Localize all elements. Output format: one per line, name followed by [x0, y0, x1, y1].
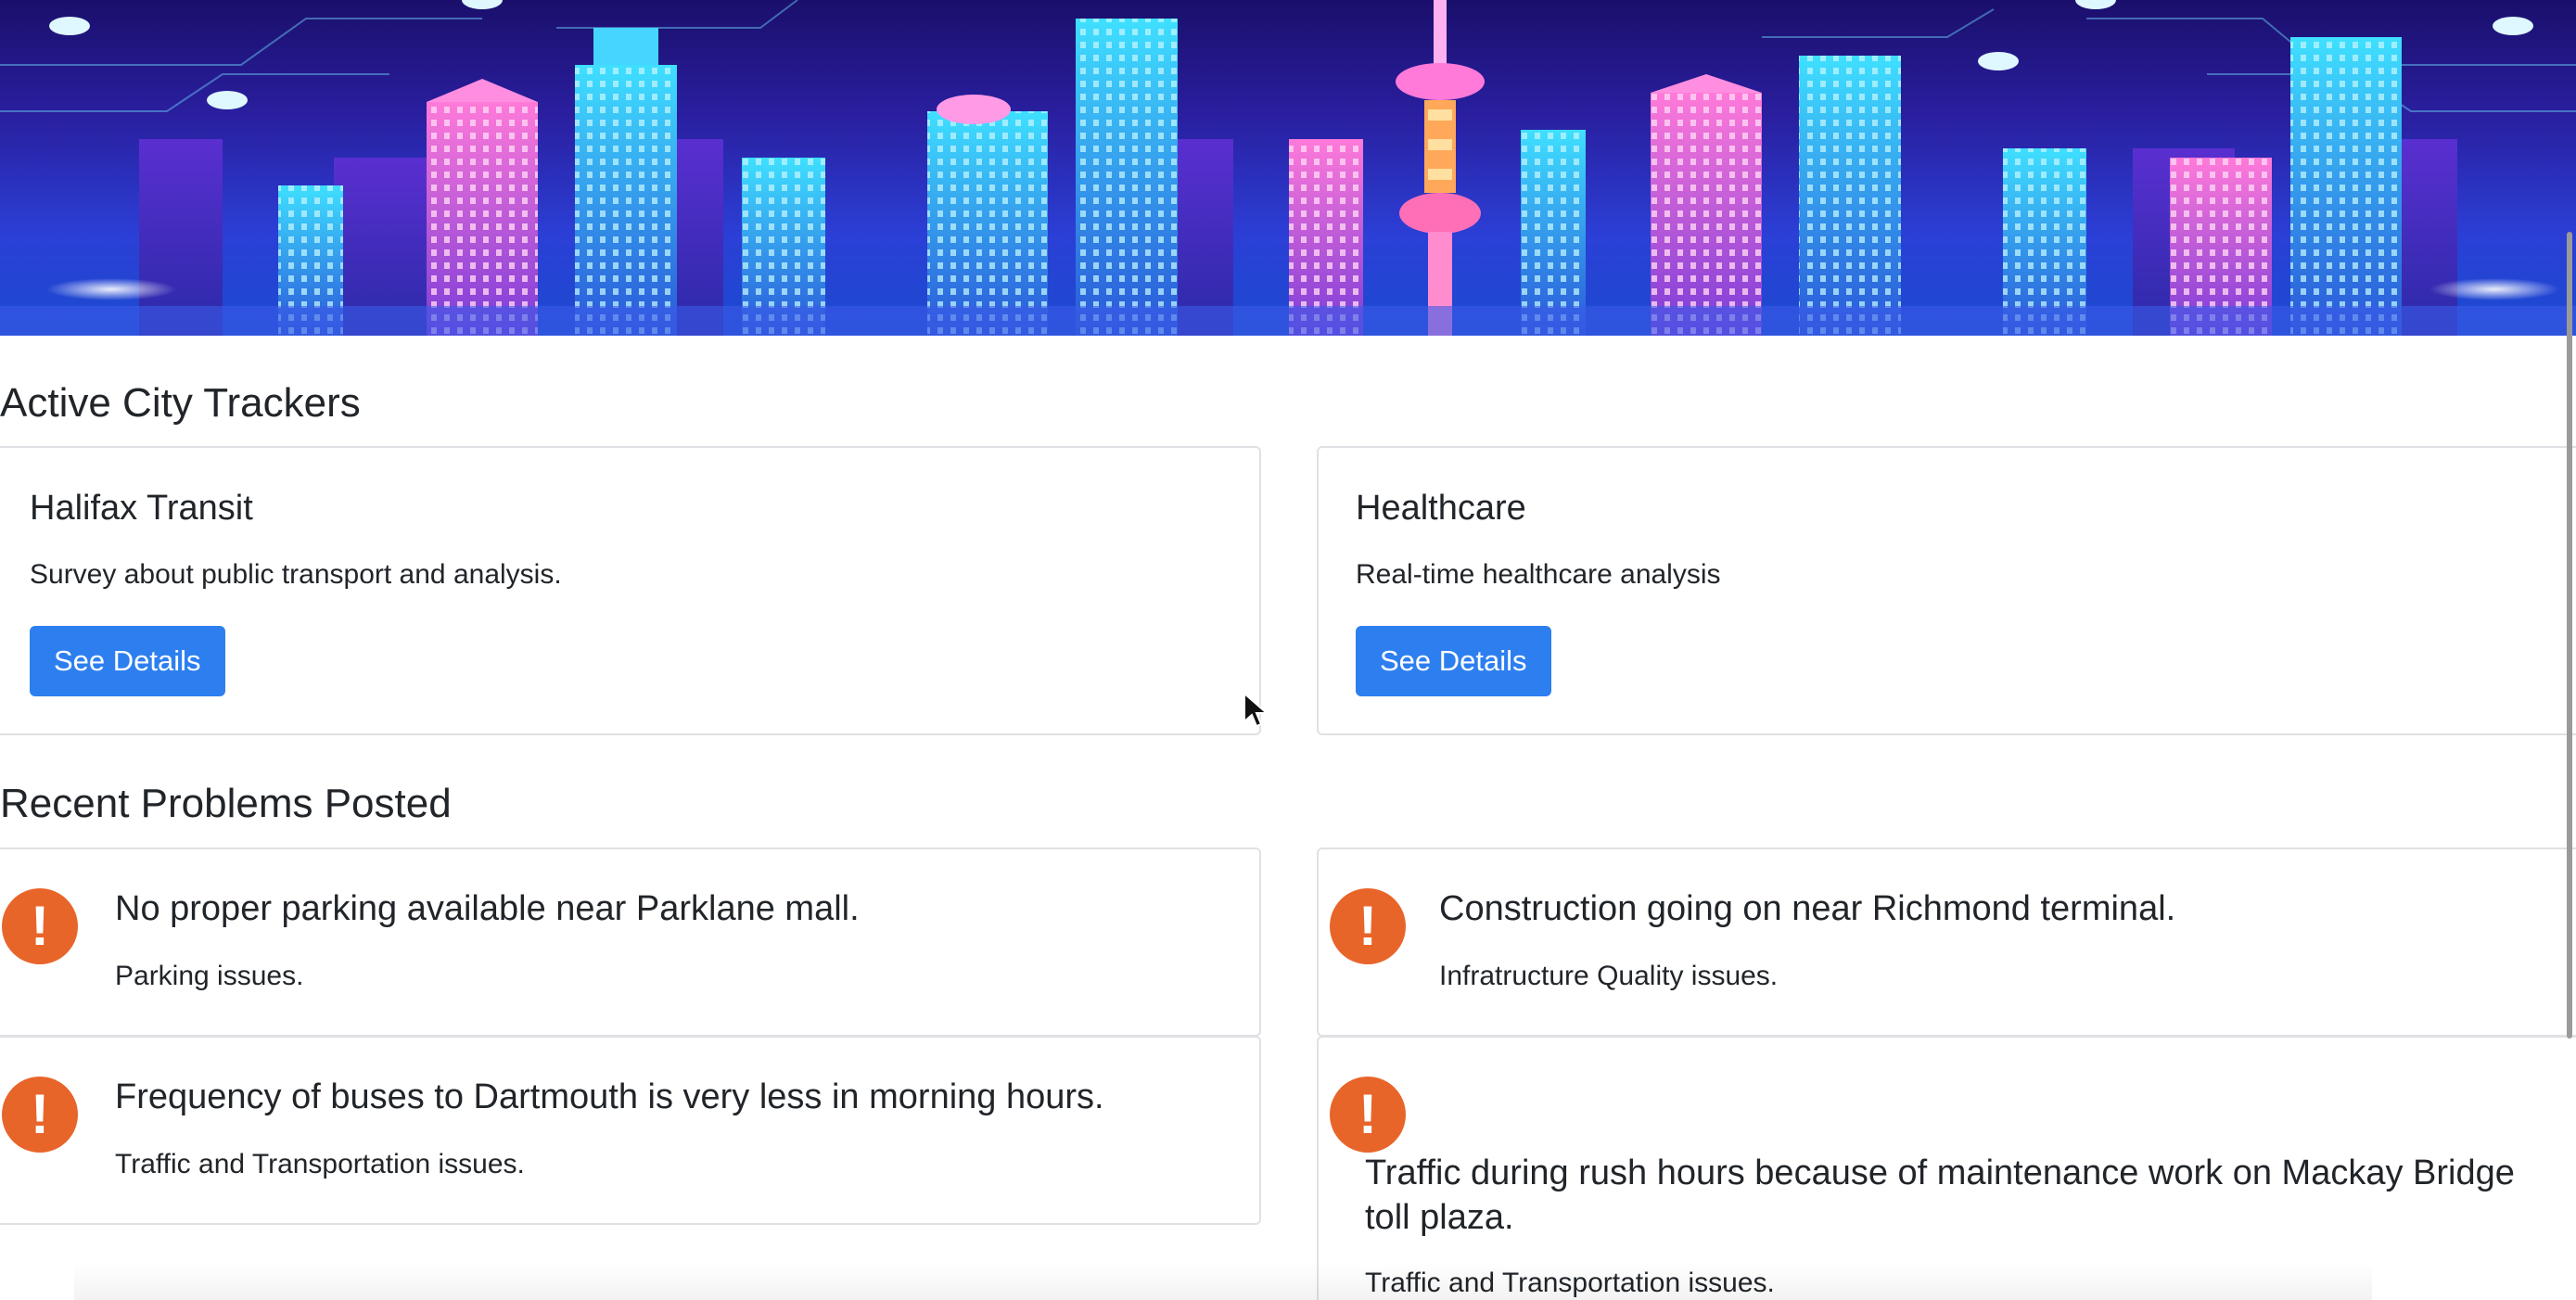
problem-category: Traffic and Transportation issues. [115, 1149, 525, 1179]
tracker-title: Halifax Transit [30, 489, 253, 528]
problem-card[interactable]: ! No proper parking available near Parkl… [0, 848, 1261, 1037]
tracker-title: Healthcare [1356, 489, 1526, 528]
city-banner-image [0, 0, 2576, 336]
tracker-card-halifax-transit: Halifax Transit Survey about public tran… [0, 446, 1261, 735]
active-trackers-heading: Active City Trackers [0, 380, 361, 426]
problem-title: Construction going on near Richmond term… [1439, 889, 2176, 928]
recent-problems-heading: Recent Problems Posted [0, 781, 452, 826]
tracker-description: Real-time healthcare analysis [1356, 559, 1721, 590]
problem-category: Infratructure Quality issues. [1439, 961, 1779, 991]
alert-circle-icon: ! [1330, 888, 1406, 964]
problem-category: Traffic and Transportation issues. [1365, 1268, 1775, 1298]
alert-circle-icon: ! [2, 1077, 78, 1153]
problem-category: Parking issues. [115, 961, 304, 991]
problem-card[interactable]: ! Traffic during rush hours because of m… [1317, 1036, 2576, 1300]
alert-circle-icon: ! [1330, 1077, 1406, 1153]
see-details-button[interactable]: See Details [1356, 626, 1551, 696]
page: Active City Trackers Halifax Transit Sur… [0, 0, 2576, 1300]
vertical-scrollbar[interactable] [2567, 232, 2572, 1039]
alert-circle-icon: ! [2, 888, 78, 964]
tracker-description: Survey about public transport and analys… [30, 559, 562, 590]
problem-card[interactable]: ! Construction going on near Richmond te… [1317, 848, 2576, 1037]
problem-title: Frequency of buses to Dartmouth is very … [115, 1077, 1104, 1116]
problem-card[interactable]: ! Frequency of buses to Dartmouth is ver… [0, 1036, 1261, 1225]
problem-title: No proper parking available near Parklan… [115, 889, 860, 928]
tracker-card-healthcare: Healthcare Real-time healthcare analysis… [1317, 446, 2576, 735]
see-details-button[interactable]: See Details [30, 626, 225, 696]
problem-title: Traffic during rush hours because of mai… [1365, 1153, 2515, 1237]
mouse-cursor-icon [1243, 692, 1269, 728]
